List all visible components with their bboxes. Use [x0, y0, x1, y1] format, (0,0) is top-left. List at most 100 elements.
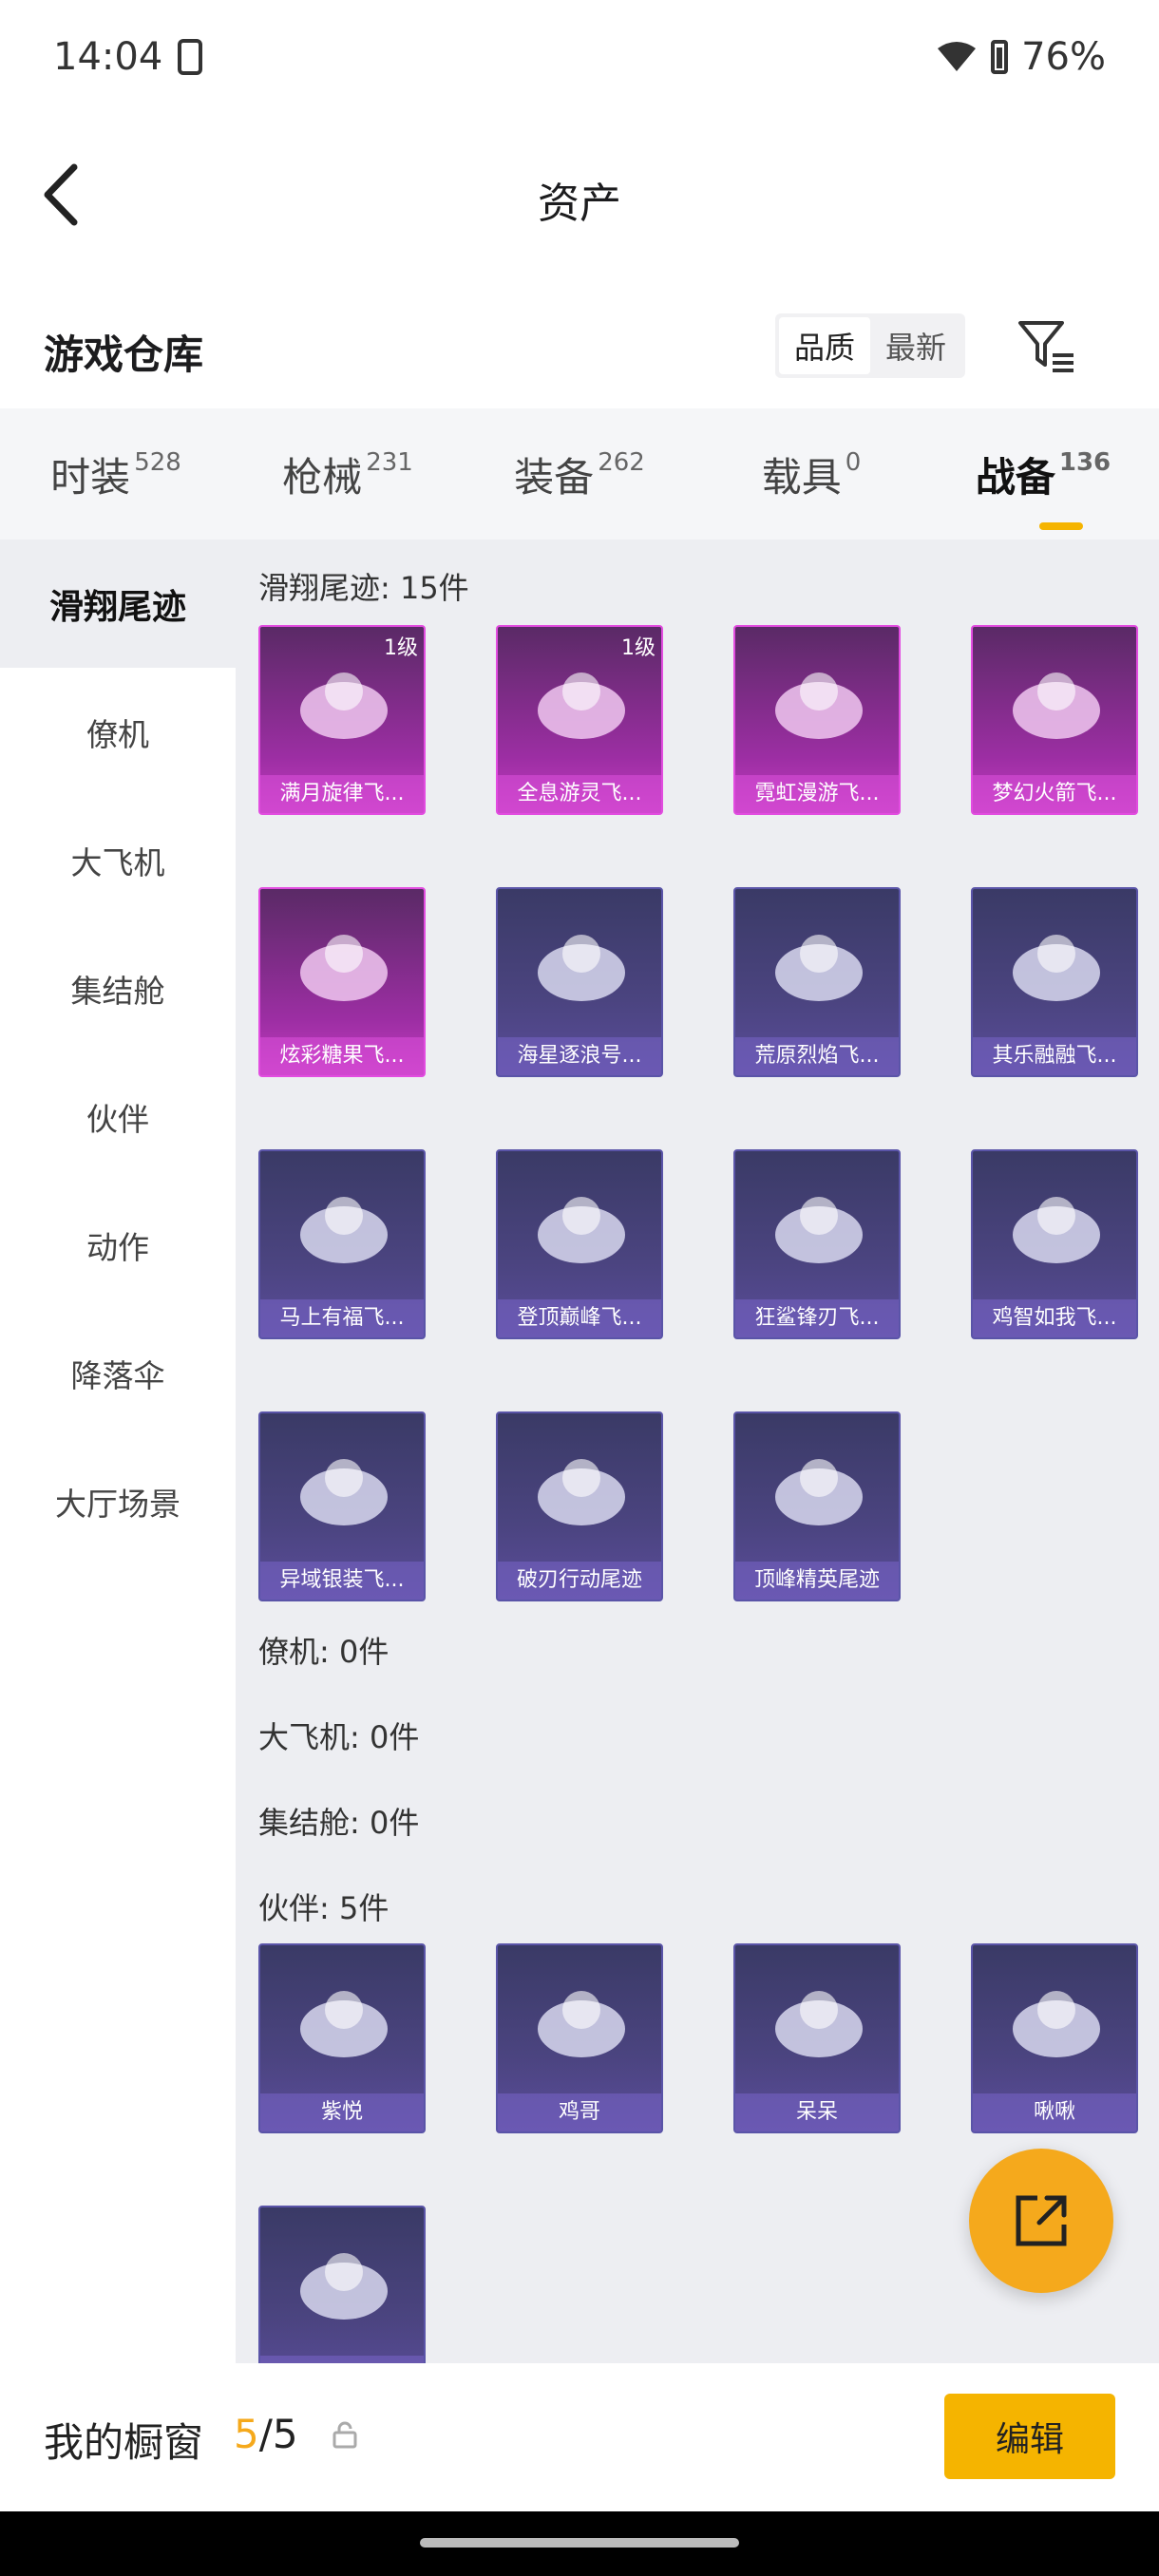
chicken-icon: [517, 1966, 646, 2080]
tab-equipment[interactable]: 装备 262: [464, 445, 695, 503]
home-gesture-handle[interactable]: [420, 2538, 739, 2548]
pony-icon: [279, 1966, 408, 2080]
boat-icon: [517, 910, 646, 1024]
item-name: [260, 2356, 424, 2363]
item-name: 破刃行动尾迹: [498, 1562, 661, 1600]
item-card[interactable]: 紫悦: [258, 1943, 426, 2133]
sidebar-item-lobby-scene[interactable]: 大厅场景: [0, 1437, 236, 1565]
sort-latest-button[interactable]: 最新: [870, 317, 961, 374]
tab-fashion[interactable]: 时装 528: [0, 445, 232, 503]
flame-trail-icon: [754, 1434, 884, 1548]
tab-label: 枪械: [282, 453, 363, 501]
tab-count: 528: [134, 447, 181, 477]
edit-button[interactable]: 编辑: [944, 2394, 1115, 2479]
status-time: 14:04: [53, 35, 163, 79]
category-tabs: 时装 528 枪械 231 装备 262 载具 0 战备 136: [0, 408, 1159, 540]
tab-label: 时装: [50, 453, 131, 501]
item-card[interactable]: 狂鲨锋刃飞...: [733, 1149, 901, 1339]
item-name: 海星逐浪号...: [498, 1037, 661, 1075]
item-card[interactable]: 1级 全息游灵飞...: [496, 625, 663, 815]
item-name: 梦幻火箭飞...: [973, 775, 1136, 813]
rocket-icon: [754, 648, 884, 762]
warehouse-title: 游戏仓库: [44, 331, 204, 378]
tab-combat-prep[interactable]: 战备 136: [927, 445, 1159, 530]
active-tab-indicator: [1039, 521, 1083, 530]
group-label-capsule: 集结舱: 0件: [258, 1805, 420, 1841]
sidebar-item-partner[interactable]: 伙伴: [0, 1052, 236, 1181]
item-card[interactable]: 鸡哥: [496, 1943, 663, 2133]
item-name: 啾啾: [973, 2093, 1136, 2131]
item-name: 炫彩糖果飞...: [260, 1037, 424, 1075]
item-card[interactable]: 霓虹漫游飞...: [733, 625, 901, 815]
item-card[interactable]: 登顶巅峰飞...: [496, 1149, 663, 1339]
sort-toggle: 品质 最新: [775, 313, 966, 378]
item-card[interactable]: 呆呆: [733, 1943, 901, 2133]
item-card[interactable]: 炫彩糖果飞...: [258, 887, 426, 1077]
share-fab-button[interactable]: [969, 2149, 1113, 2293]
glider-icon: [992, 648, 1121, 762]
item-card[interactable]: 马上有福飞...: [258, 1149, 426, 1339]
item-name: 顶峰精英尾迹: [735, 1562, 899, 1600]
chick-icon: [754, 1966, 884, 2080]
sidebar-item-wingman[interactable]: 僚机: [0, 668, 236, 796]
showcase-label: 我的橱窗: [44, 2419, 204, 2466]
item-card[interactable]: 破刃行动尾迹: [496, 1411, 663, 1601]
sidebar-item-capsule[interactable]: 集结舱: [0, 924, 236, 1052]
penguin-icon: [992, 910, 1121, 1024]
tab-label: 载具: [761, 453, 842, 501]
lock-icon: [332, 2421, 357, 2449]
item-card[interactable]: 顶峰精英尾迹: [733, 1411, 901, 1601]
sidebar-item-emote[interactable]: 动作: [0, 1181, 236, 1309]
group-label-partner: 伙伴: 5件: [258, 1890, 390, 1926]
wifi-icon: [938, 42, 977, 71]
jet-icon: [517, 1172, 646, 1286]
item-name: 登顶巅峰飞...: [498, 1299, 661, 1337]
sidebar-item-plane[interactable]: 大飞机: [0, 796, 236, 924]
item-card[interactable]: 海星逐浪号...: [496, 887, 663, 1077]
tab-vehicles[interactable]: 载具 0: [695, 445, 927, 503]
item-card[interactable]: 梦幻火箭飞...: [971, 625, 1138, 815]
item-card[interactable]: 其乐融融飞...: [971, 887, 1138, 1077]
status-right: 76%: [936, 35, 1106, 79]
item-card[interactable]: 啾啾: [971, 1943, 1138, 2133]
item-card[interactable]: 荒原烈焰飞...: [733, 887, 901, 1077]
item-card[interactable]: 鸡智如我飞...: [971, 1149, 1138, 1339]
tab-label: 装备: [514, 453, 595, 501]
item-card[interactable]: 1级 满月旋律飞...: [258, 625, 426, 815]
wing-icon: [279, 1434, 408, 1548]
content-area: 滑翔尾迹 僚机 大飞机 集结舱 伙伴 动作 降落伞 大厅场景 滑翔尾迹: 15件…: [0, 540, 1159, 2363]
showcase-count: 5/5: [234, 2411, 298, 2457]
bird-icon: [992, 1966, 1121, 2080]
sidebar-item-glide-trail[interactable]: 滑翔尾迹: [0, 540, 236, 668]
warehouse-header: 游戏仓库 品质 最新: [0, 304, 1159, 389]
rainbow-trail-icon: [517, 1434, 646, 1548]
status-bar: 14:04 76%: [0, 0, 1159, 114]
item-name: 满月旋律飞...: [260, 775, 424, 813]
group-label-plane: 大飞机: 0件: [258, 1719, 420, 1755]
flame-glider-icon: [754, 910, 884, 1024]
tab-label: 战备: [975, 453, 1055, 501]
horse-icon: [279, 1172, 408, 1286]
sidebar-item-parachute[interactable]: 降落伞: [0, 1309, 236, 1437]
showcase-current: 5: [234, 2411, 259, 2457]
sort-quality-button[interactable]: 品质: [779, 317, 871, 374]
filter-icon[interactable]: [1016, 317, 1077, 374]
showcase-total: /5: [258, 2411, 298, 2457]
item-card[interactable]: 异域银装飞...: [258, 1411, 426, 1601]
carriage-icon: [279, 648, 408, 762]
subcategory-sidebar: 滑翔尾迹 僚机 大飞机 集结舱 伙伴 动作 降落伞 大厅场景: [0, 540, 236, 2363]
group-label-wingman: 僚机: 0件: [258, 1634, 390, 1670]
item-name: 全息游灵飞...: [498, 775, 661, 813]
item-card[interactable]: [258, 2206, 426, 2363]
item-name: 荒原烈焰飞...: [735, 1037, 899, 1075]
tab-guns[interactable]: 枪械 231: [232, 445, 464, 503]
group-label-glide: 滑翔尾迹: 15件: [258, 570, 469, 606]
tab-count: 262: [598, 447, 645, 477]
item-grid-area: 滑翔尾迹: 15件 僚机: 0件 大飞机: 0件 集结舱: 0件 伙伴: 5件 …: [236, 540, 1159, 2363]
item-name: 异域银装飞...: [260, 1562, 424, 1600]
item-name: 霓虹漫游飞...: [735, 775, 899, 813]
chicken-icon: [992, 1172, 1121, 1286]
system-nav-bar: [0, 2511, 1159, 2576]
item-name: 鸡智如我飞...: [973, 1299, 1136, 1337]
candy-icon: [279, 910, 408, 1024]
